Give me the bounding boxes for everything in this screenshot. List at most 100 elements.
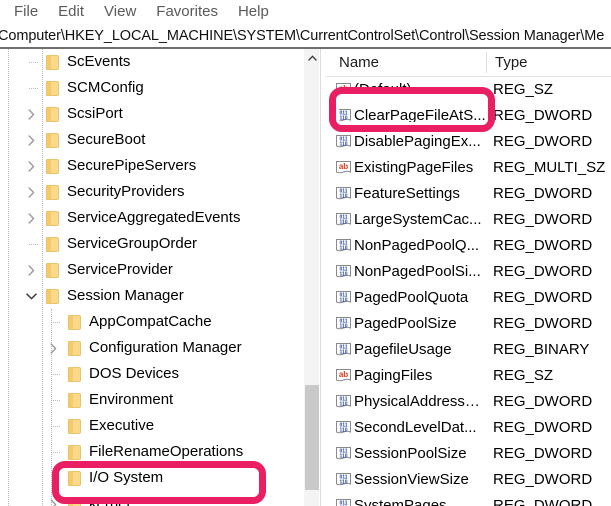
value-name: NonPagedPoolSi... bbox=[354, 263, 481, 280]
value-name: (Default) bbox=[354, 81, 412, 98]
chevron-right-icon[interactable] bbox=[20, 179, 42, 205]
address-bar[interactable]: Computer\HKEY_LOCAL_MACHINE\SYSTEM\Curre… bbox=[0, 24, 611, 48]
dword-value-icon: 011110 bbox=[326, 472, 354, 488]
value-row[interactable]: 011 110 SecondLevelDat... REG_DWORD bbox=[326, 415, 611, 441]
folder-icon bbox=[42, 179, 62, 205]
menu-item-file[interactable]: File bbox=[4, 0, 48, 24]
tree-item-label: AppCompatCache bbox=[89, 313, 212, 330]
value-row[interactable]: 011 110 ClearPageFileAtS... REG_DWORD bbox=[326, 103, 611, 129]
tree-item-scsiport[interactable]: ScsiPort bbox=[0, 101, 303, 127]
svg-text:ab: ab bbox=[338, 84, 347, 93]
value-row[interactable]: 011 110 NonPagedPoolSi... REG_DWORD bbox=[326, 259, 611, 285]
tree-item-label: SecureBoot bbox=[67, 131, 146, 148]
chevron-right-icon[interactable] bbox=[20, 257, 42, 283]
value-row[interactable]: 011 110 PhysicalAddressE... REG_DWORD bbox=[326, 389, 611, 415]
folder-icon bbox=[64, 465, 84, 491]
value-row[interactable]: 011 110 NonPagedPoolQ... REG_DWORD bbox=[326, 233, 611, 259]
scroll-up-arrow-icon[interactable] bbox=[304, 49, 320, 67]
svg-text:110: 110 bbox=[339, 297, 347, 303]
value-row[interactable]: 011 110 PagefileUsage REG_BINARY bbox=[326, 337, 611, 363]
value-type: REG_DWORD bbox=[493, 315, 593, 332]
tree-item-label: DOS Devices bbox=[89, 365, 180, 382]
dword-value-icon: 011110 bbox=[326, 108, 354, 124]
value-name: PagefileUsage bbox=[354, 341, 452, 358]
value-type: REG_DWORD bbox=[493, 107, 593, 124]
folder-icon bbox=[42, 127, 62, 153]
value-name: DisablePagingEx... bbox=[354, 133, 481, 150]
tree-item-i-o-system[interactable]: I/O System bbox=[0, 465, 303, 491]
dword-value-icon: 011110 bbox=[326, 134, 354, 150]
value-row[interactable]: 011 110 SessionViewSize REG_DWORD bbox=[326, 467, 611, 493]
value-row[interactable]: 011 110 SessionPoolSize REG_DWORD bbox=[326, 441, 611, 467]
tree-item-scevents[interactable]: ScEvents bbox=[0, 49, 303, 75]
value-name: LargeSystemCac... bbox=[354, 211, 482, 228]
value-row[interactable]: 011 110 DisablePagingEx... REG_DWORD bbox=[326, 129, 611, 155]
chevron-right-icon[interactable] bbox=[20, 153, 42, 179]
folder-icon bbox=[42, 153, 62, 179]
tree-item-securityproviders[interactable]: SecurityProviders bbox=[0, 179, 303, 205]
value-row[interactable]: 011 110 FeatureSettings REG_DWORD bbox=[326, 181, 611, 207]
svg-text:110: 110 bbox=[339, 427, 347, 433]
dword-value-icon: 011110 bbox=[326, 498, 354, 506]
tree-item-secureboot[interactable]: SecureBoot bbox=[0, 127, 303, 153]
svg-text:110: 110 bbox=[339, 349, 347, 355]
tree-item-serviceprovider[interactable]: ServiceProvider bbox=[0, 257, 303, 283]
tree-item-serviceaggregatedevents[interactable]: ServiceAggregatedEvents bbox=[0, 205, 303, 231]
chevron-right-icon[interactable] bbox=[42, 491, 64, 506]
folder-icon bbox=[42, 257, 62, 283]
tree-item-appcompatcache[interactable]: AppCompatCache bbox=[0, 309, 303, 335]
tree-item-filerenameoperations[interactable]: FileRenameOperations bbox=[0, 439, 303, 465]
tree-item-label: Executive bbox=[89, 417, 155, 434]
column-header-name[interactable]: Name bbox=[339, 49, 379, 76]
tree-item-configuration-manager[interactable]: Configuration Manager bbox=[0, 335, 303, 361]
tree-item-kernel[interactable]: kernel bbox=[0, 491, 303, 506]
tree-item-session-manager[interactable]: Session Manager bbox=[0, 283, 303, 309]
menu-item-help[interactable]: Help bbox=[228, 0, 279, 24]
tree-item-label: kernel bbox=[89, 495, 130, 506]
tree-item-executive[interactable]: Executive bbox=[0, 413, 303, 439]
chevron-right-icon[interactable] bbox=[20, 127, 42, 153]
value-row[interactable]: 011 110 PagedPoolQuota REG_DWORD bbox=[326, 285, 611, 311]
registry-tree-pane[interactable]: ScEvents SCMConfig ScsiPort SecureBoot Secur… bbox=[0, 49, 303, 506]
folder-icon bbox=[64, 439, 84, 465]
svg-text:110: 110 bbox=[339, 323, 347, 329]
value-name: NonPagedPoolQ... bbox=[354, 237, 480, 254]
menu-item-view[interactable]: View bbox=[94, 0, 146, 24]
value-row[interactable]: ab ExistingPageFiles REG_MULTI_SZ bbox=[326, 155, 611, 181]
column-divider[interactable] bbox=[486, 52, 487, 73]
chevron-right-icon[interactable] bbox=[20, 205, 42, 231]
column-header-type[interactable]: Type bbox=[495, 49, 528, 76]
value-row[interactable]: 011 110 PagedPoolSize REG_DWORD bbox=[326, 311, 611, 337]
tree-connector-line bbox=[51, 426, 60, 428]
value-row[interactable]: ab (Default) REG_SZ bbox=[326, 77, 611, 103]
menu-item-edit[interactable]: Edit bbox=[48, 0, 94, 24]
tree-connector-line bbox=[51, 374, 60, 376]
tree-item-servicegrouporder[interactable]: ServiceGroupOrder bbox=[0, 231, 303, 257]
menu-item-favorites[interactable]: Favorites bbox=[146, 0, 228, 24]
value-type: REG_SZ bbox=[493, 81, 554, 98]
value-type: REG_MULTI_SZ bbox=[493, 159, 606, 176]
tree-item-label: ServiceGroupOrder bbox=[67, 235, 198, 252]
chevron-right-icon[interactable] bbox=[42, 335, 64, 361]
value-type: REG_DWORD bbox=[493, 263, 593, 280]
dword-value-icon: 011110 bbox=[326, 316, 354, 332]
value-type: REG_DWORD bbox=[493, 237, 593, 254]
tree-item-securepipeservers[interactable]: SecurePipeServers bbox=[0, 153, 303, 179]
tree-item-environment[interactable]: Environment bbox=[0, 387, 303, 413]
value-type: REG_DWORD bbox=[493, 393, 593, 410]
registry-values-pane[interactable]: Name Type ab (Default) REG_SZ 011 110 ClearPa… bbox=[326, 49, 611, 506]
value-row[interactable]: 011110SystemPages REG_DWORD bbox=[326, 493, 611, 506]
tree-item-dos-devices[interactable]: DOS Devices bbox=[0, 361, 303, 387]
tree-item-scmconfig[interactable]: SCMConfig bbox=[0, 75, 303, 101]
value-row[interactable]: 011 110 LargeSystemCac... REG_DWORD bbox=[326, 207, 611, 233]
tree-item-label: ScEvents bbox=[67, 53, 131, 70]
tree-scrollbar[interactable] bbox=[303, 49, 319, 506]
value-type: REG_DWORD bbox=[493, 289, 593, 306]
chevron-down-icon[interactable] bbox=[20, 283, 42, 309]
scroll-thumb[interactable] bbox=[305, 385, 319, 490]
folder-icon bbox=[42, 75, 62, 101]
value-row[interactable]: ab PagingFiles REG_SZ bbox=[326, 363, 611, 389]
value-name: SecondLevelDat... bbox=[354, 419, 477, 436]
chevron-right-icon[interactable] bbox=[20, 101, 42, 127]
value-type: REG_DWORD bbox=[493, 419, 593, 436]
